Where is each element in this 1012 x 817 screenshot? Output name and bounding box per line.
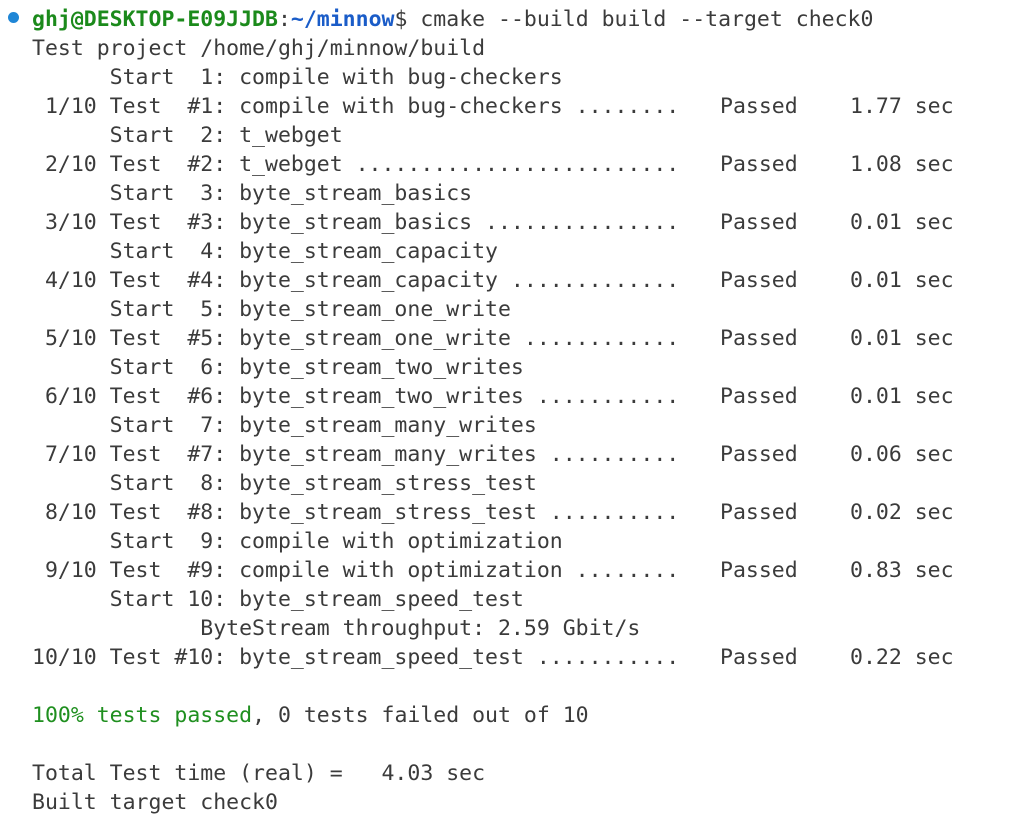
- tests-passed-summary: 100% tests passed: [32, 703, 253, 728]
- throughput-line: ByteStream throughput: 2.59 Gbit/s: [32, 616, 641, 641]
- test-status: Passed: [720, 384, 798, 409]
- test-time: 0.01 sec: [850, 268, 954, 293]
- prompt-line: ghj@DESKTOP-E09JJDB:~/minnow$ cmake --bu…: [32, 5, 873, 34]
- test-time: 0.01 sec: [850, 384, 954, 409]
- test-status: Passed: [720, 442, 798, 467]
- test-result-line: 2/10 Test #2: t_webget .................…: [32, 150, 954, 179]
- test-result-line: 10/10 Test #10: byte_stream_speed_test .…: [32, 643, 954, 672]
- test-time: 0.83 sec: [850, 558, 954, 583]
- prompt-separator: :: [277, 7, 291, 32]
- test-result-text: 6/10 Test #6: byte_stream_two_writes ...…: [32, 384, 680, 409]
- test-time: 0.22 sec: [850, 645, 954, 670]
- tests-failed-summary: , 0 tests failed out of 10: [252, 703, 589, 728]
- test-start-line: Start 9: compile with optimization: [32, 529, 563, 554]
- test-time: 0.02 sec: [850, 500, 954, 525]
- test-result-line: 4/10 Test #4: byte_stream_capacity .....…: [32, 266, 954, 295]
- test-result-text: 1/10 Test #1: compile with bug-checkers …: [32, 94, 680, 119]
- test-result-text: 5/10 Test #5: byte_stream_one_write ....…: [32, 326, 680, 351]
- test-result-text: 7/10 Test #7: byte_stream_many_writes ..…: [32, 442, 680, 467]
- test-status: Passed: [720, 645, 798, 670]
- test-status: Passed: [720, 326, 798, 351]
- test-start-line: Start 3: byte_stream_basics: [32, 181, 473, 206]
- test-result-text: 8/10 Test #8: byte_stream_stress_test ..…: [32, 500, 680, 525]
- test-status: Passed: [720, 500, 798, 525]
- test-result-line: 6/10 Test #6: byte_stream_two_writes ...…: [32, 382, 954, 411]
- test-result-text: 3/10 Test #3: byte_stream_basics .......…: [32, 210, 680, 235]
- test-start-line: Start 8: byte_stream_stress_test: [32, 471, 537, 496]
- test-status: Passed: [720, 94, 798, 119]
- test-status: Passed: [720, 558, 798, 583]
- prompt-symbol: $: [394, 7, 408, 32]
- prompt-user-host: ghj@DESKTOP-E09JJDB: [32, 7, 278, 32]
- test-result-text: 4/10 Test #4: byte_stream_capacity .....…: [32, 268, 680, 293]
- summary-line: 100% tests passed, 0 tests failed out of…: [32, 701, 589, 730]
- test-result-text: 9/10 Test #9: compile with optimization …: [32, 558, 680, 583]
- test-start-line: Start 7: byte_stream_many_writes: [32, 413, 537, 438]
- test-time: 1.77 sec: [850, 94, 954, 119]
- test-result-line: 1/10 Test #1: compile with bug-checkers …: [32, 92, 954, 121]
- test-result-line: 7/10 Test #7: byte_stream_many_writes ..…: [32, 440, 954, 469]
- test-time: 0.01 sec: [850, 326, 954, 351]
- test-status: Passed: [720, 268, 798, 293]
- built-target-line: Built target check0: [32, 790, 278, 815]
- prompt-path: ~/minnow: [290, 7, 395, 32]
- command-status-dot-icon[interactable]: [8, 12, 19, 23]
- test-status: Passed: [720, 152, 798, 177]
- test-status: Passed: [720, 210, 798, 235]
- prompt-command: cmake --build build --target check0: [407, 7, 874, 32]
- test-result-text: 2/10 Test #2: t_webget .................…: [32, 152, 680, 177]
- test-result-text: 10/10 Test #10: byte_stream_speed_test .…: [32, 645, 680, 670]
- test-time: 0.06 sec: [850, 442, 954, 467]
- test-result-line: 5/10 Test #5: byte_stream_one_write ....…: [32, 324, 954, 353]
- test-project-line: Test project /home/ghj/minnow/build: [32, 36, 486, 61]
- test-result-line: 9/10 Test #9: compile with optimization …: [32, 556, 954, 585]
- test-start-line: Start 4: byte_stream_capacity: [32, 239, 498, 264]
- test-start-line: Start 1: compile with bug-checkers: [32, 65, 563, 90]
- test-start-line: Start 10: byte_stream_speed_test: [32, 587, 524, 612]
- test-start-line: Start 6: byte_stream_two_writes: [32, 355, 524, 380]
- test-result-line: 8/10 Test #8: byte_stream_stress_test ..…: [32, 498, 954, 527]
- total-time-line: Total Test time (real) = 4.03 sec: [32, 761, 486, 786]
- test-start-line: Start 5: byte_stream_one_write: [32, 297, 511, 322]
- test-result-line: 3/10 Test #3: byte_stream_basics .......…: [32, 208, 954, 237]
- test-time: 1.08 sec: [850, 152, 954, 177]
- test-time: 0.01 sec: [850, 210, 954, 235]
- test-start-line: Start 2: t_webget: [32, 123, 343, 148]
